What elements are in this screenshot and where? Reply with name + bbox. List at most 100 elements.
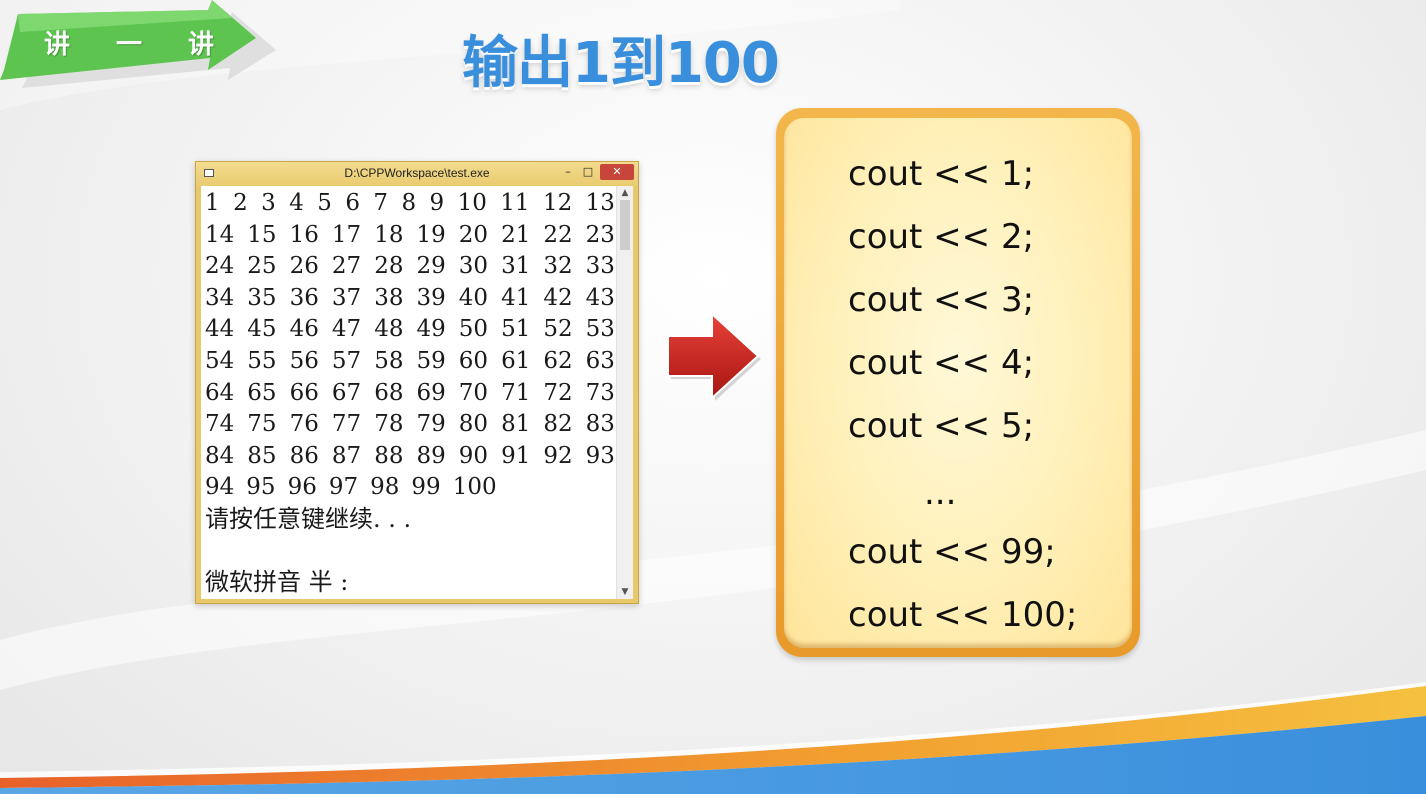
console-number: 39	[416, 284, 446, 311]
console-number: 59	[416, 347, 446, 374]
console-number: 23	[585, 221, 615, 248]
console-window[interactable]: D:\CPPWorkspace\test.exe – □ ✕ 12 34 56 78 9…	[195, 161, 639, 604]
console-number: 52	[543, 316, 573, 343]
console-scrollbar[interactable]: ▲ ▼	[616, 186, 633, 599]
console-number: 2	[233, 190, 248, 216]
console-number: 61	[501, 347, 531, 374]
code-line: cout << 4;	[848, 343, 1035, 383]
console-number: 36	[289, 284, 319, 311]
code-line: cout << 1;	[848, 154, 1035, 194]
console-number: 33	[585, 253, 615, 280]
console-number: 11	[500, 190, 530, 216]
console-number: 1	[205, 190, 220, 216]
code-line: cout << 99;	[848, 532, 1056, 572]
console-number: 37	[331, 284, 362, 311]
console-number-row: 94 95 96 97 98 99 100	[205, 472, 615, 504]
code-line: cout << 5;	[848, 406, 1035, 446]
console-number: 30	[458, 253, 489, 280]
console-number: 81	[501, 411, 531, 438]
console-number: 60	[458, 347, 489, 374]
code-line: cout << 2;	[848, 217, 1035, 257]
console-titlebar[interactable]: D:\CPPWorkspace\test.exe – □ ✕	[196, 162, 638, 186]
console-number: 20	[458, 221, 489, 248]
console-number: 48	[374, 316, 404, 343]
console-number: 21	[501, 221, 531, 248]
code-card: cout << 1; cout << 2; cout << 3; cout << 4;…	[776, 108, 1140, 657]
console-number: 34	[205, 284, 235, 311]
scroll-thumb[interactable]	[620, 200, 630, 250]
console-number: 91	[501, 442, 531, 469]
console-number: 35	[247, 284, 277, 311]
console-number: 49	[416, 316, 446, 343]
console-number: 3	[261, 190, 276, 216]
console-number: 87	[331, 442, 362, 469]
console-number: 68	[374, 379, 404, 406]
console-number: 31	[501, 253, 531, 280]
console-number: 71	[501, 379, 531, 406]
console-number: 75	[247, 411, 277, 438]
console-output-text: 1 2 3 4 5 6 7 8 9 10 11 12 13 14 15 16 17 18 19 20 21 22 23 24 2…	[205, 188, 615, 599]
console-number: 82	[543, 411, 573, 438]
console-number: 50	[458, 316, 489, 343]
section-badge: 讲 一 讲	[0, 0, 290, 110]
console-number: 43	[585, 284, 615, 311]
console-number: 28	[374, 253, 404, 280]
console-number-row: 64 65 66 67 68 69 70 71 72 73	[205, 378, 615, 410]
console-number: 22	[543, 221, 573, 248]
console-number: 88	[374, 442, 404, 469]
console-number-row: 84 85 86 87 88 89 90 91 92 93	[205, 441, 615, 473]
console-number: 79	[416, 411, 446, 438]
console-number: 72	[543, 379, 573, 406]
console-number: 97	[328, 474, 359, 501]
scroll-up-arrow-icon[interactable]: ▲	[617, 186, 633, 200]
console-number: 100	[452, 474, 497, 501]
console-number: 42	[543, 284, 573, 311]
console-number: 84	[205, 442, 235, 469]
console-number: 57	[331, 347, 362, 374]
console-number: 55	[247, 347, 277, 374]
console-number-row: 14 15 16 17 18 19 20 21 22 23	[205, 220, 615, 252]
console-number: 80	[458, 411, 489, 438]
console-number: 90	[458, 442, 489, 469]
console-number: 19	[416, 221, 446, 248]
console-number: 66	[289, 379, 319, 406]
console-number: 14	[205, 221, 235, 248]
console-number: 13	[585, 190, 615, 216]
console-number: 63	[585, 347, 615, 374]
console-number: 77	[331, 411, 362, 438]
console-number: 17	[331, 221, 362, 248]
console-number: 27	[331, 253, 362, 280]
console-number: 89	[416, 442, 446, 469]
console-number: 96	[287, 474, 317, 501]
console-number: 26	[289, 253, 319, 280]
scroll-down-arrow-icon[interactable]: ▼	[617, 585, 633, 599]
console-number: 64	[205, 379, 235, 406]
console-output-area[interactable]: 1 2 3 4 5 6 7 8 9 10 11 12 13 14 15 16 17 18 19 20 21 22 23 24 2…	[201, 186, 633, 599]
console-number: 25	[247, 253, 277, 280]
badge-char: 讲	[44, 30, 71, 60]
maximize-button[interactable]: □	[580, 164, 596, 180]
close-button[interactable]: ✕	[600, 164, 634, 180]
console-number: 93	[585, 442, 615, 469]
console-number: 10	[457, 190, 487, 216]
console-number: 32	[543, 253, 573, 280]
code-card-panel: cout << 1; cout << 2; cout << 3; cout << 4;…	[784, 118, 1132, 648]
console-number: 62	[543, 347, 573, 374]
code-line: cout << 3;	[848, 280, 1035, 320]
console-prompt: 请按任意键继续. . .	[205, 504, 412, 533]
console-number: 38	[374, 284, 404, 311]
console-number: 76	[289, 411, 319, 438]
console-number: 58	[374, 347, 404, 374]
console-number: 78	[374, 411, 404, 438]
console-number: 99	[411, 474, 441, 501]
console-number: 18	[374, 221, 404, 248]
console-number: 73	[585, 379, 615, 406]
minimize-button[interactable]: –	[560, 164, 576, 180]
console-number: 92	[543, 442, 573, 469]
console-number: 46	[289, 316, 319, 343]
console-number: 74	[205, 411, 235, 438]
console-number: 67	[331, 379, 362, 406]
code-ellipsis: ...	[924, 473, 957, 513]
console-number: 56	[289, 347, 319, 374]
